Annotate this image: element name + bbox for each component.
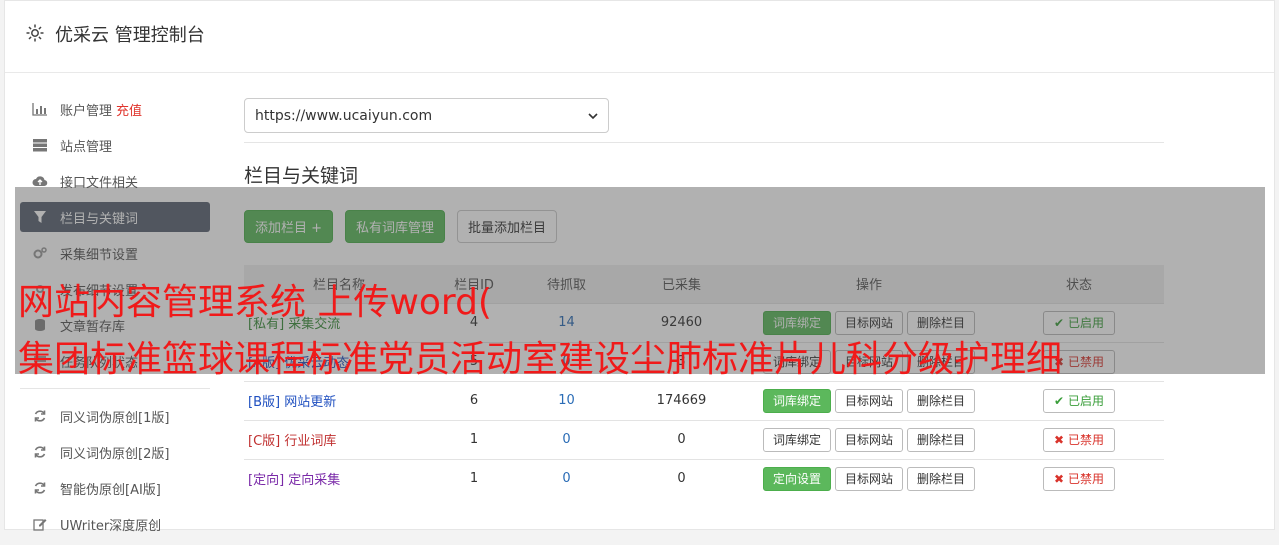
- pending-count[interactable]: 10: [514, 380, 619, 420]
- status-toggle[interactable]: ✖ 已禁用: [1043, 466, 1115, 491]
- sidebar-item-account[interactable]: 账户管理 充值: [20, 94, 210, 124]
- bind-lib-button[interactable]: 定向设置: [762, 466, 831, 491]
- check-icon: ✔: [1054, 393, 1065, 408]
- ops-cell: 词库绑定 目标网站 删除栏目: [744, 419, 994, 459]
- status-cell: ✖ 已禁用: [994, 419, 1164, 459]
- refresh-icon: [32, 480, 48, 496]
- column-name-link[interactable]: 行业词库: [284, 434, 336, 449]
- table-row: [C版] 行业词库 1 0 0 词库绑定 目标网站 删除栏目 ✖ 已禁用: [244, 419, 1164, 459]
- target-site-button[interactable]: 目标网站: [834, 466, 903, 491]
- column-id: 6: [434, 380, 514, 420]
- status-toggle[interactable]: ✔ 已启用: [1043, 388, 1115, 413]
- bar-chart-icon: [32, 101, 48, 117]
- site-select[interactable]: https://www.ucaiyun.com: [244, 98, 609, 133]
- refresh-icon: [32, 408, 48, 424]
- sidebar-item-uwriter[interactable]: UWriter深度原创: [20, 509, 210, 539]
- sidebar-divider: [20, 388, 210, 389]
- divider: [244, 142, 1164, 143]
- watermark-line-2: 集团标准篮球课程标准党员活动室建设尘肺标准片儿科分级护理细: [18, 339, 1063, 380]
- server-icon: [32, 137, 48, 153]
- sidebar-item-label: 同义词伪原创[2版]: [60, 446, 170, 462]
- column-tag: [B版]: [248, 395, 281, 410]
- section-title: 栏目与关键词: [244, 165, 359, 187]
- column-tag: [定向]: [248, 473, 285, 489]
- collected-count: 0: [619, 419, 744, 459]
- close-icon: ✖: [1054, 471, 1065, 486]
- ops-cell: 词库绑定 目标网站 删除栏目: [744, 380, 994, 420]
- site-select-value: https://www.ucaiyun.com: [255, 107, 433, 124]
- column-name-cell: [C版] 行业词库: [244, 419, 434, 459]
- status-label: 已禁用: [1067, 433, 1104, 447]
- title-bar: 优采云 管理控制台: [5, 1, 1274, 73]
- sidebar-item-synonym-v1[interactable]: 同义词伪原创[1版]: [20, 401, 210, 431]
- ops-cell: 定向设置 目标网站 删除栏目: [744, 458, 994, 498]
- target-site-button[interactable]: 目标网站: [834, 388, 903, 413]
- collected-count: 0: [619, 458, 744, 498]
- delete-column-button[interactable]: 删除栏目: [907, 427, 976, 452]
- column-id: 1: [434, 458, 514, 498]
- gear-icon: [26, 24, 44, 42]
- column-tag: [C版]: [248, 434, 281, 449]
- status-cell: ✖ 已禁用: [994, 458, 1164, 498]
- sidebar-item-label: UWriter深度原创: [60, 518, 162, 534]
- sidebar-item-label: 智能伪原创[AI版]: [60, 482, 161, 498]
- sidebar-item-label: 站点管理: [60, 139, 113, 155]
- close-icon: ✖: [1054, 432, 1065, 447]
- column-id: 1: [434, 419, 514, 459]
- table-row: [B版] 网站更新 6 10 174669 词库绑定 目标网站 删除栏目 ✔ 已启用: [244, 380, 1164, 420]
- column-name-cell: [B版] 网站更新: [244, 380, 434, 420]
- table-row: [定向] 定向采集 1 0 0 定向设置 目标网站 删除栏目 ✖ 已禁用: [244, 458, 1164, 498]
- pending-count[interactable]: 0: [514, 458, 619, 498]
- target-site-button[interactable]: 目标网站: [834, 427, 903, 452]
- status-label: 已启用: [1067, 394, 1104, 408]
- app-title: 优采云 管理控制台: [55, 25, 205, 46]
- delete-column-button[interactable]: 删除栏目: [907, 466, 976, 491]
- bind-lib-button[interactable]: 词库绑定: [762, 427, 831, 452]
- sidebar-item-sites[interactable]: 站点管理: [20, 130, 210, 160]
- status-toggle[interactable]: ✖ 已禁用: [1043, 427, 1115, 452]
- status-cell: ✔ 已启用: [994, 380, 1164, 420]
- column-name-link[interactable]: 定向采集: [288, 473, 340, 488]
- recharge-link[interactable]: 充值: [116, 100, 142, 119]
- sidebar-item-ai-rewrite[interactable]: 智能伪原创[AI版]: [20, 473, 210, 503]
- delete-column-button[interactable]: 删除栏目: [907, 388, 976, 413]
- sidebar-item-synonym-v2[interactable]: 同义词伪原创[2版]: [20, 437, 210, 467]
- refresh-icon: [32, 444, 48, 460]
- column-name-link[interactable]: 网站更新: [284, 395, 336, 410]
- bind-lib-button[interactable]: 词库绑定: [762, 388, 831, 413]
- sidebar-item-label: 同义词伪原创[1版]: [60, 410, 170, 426]
- chevron-down-icon: [588, 112, 598, 119]
- collected-count: 174669: [619, 380, 744, 420]
- column-name-cell: [定向] 定向采集: [244, 458, 434, 498]
- watermark-line-1: 网站内容管理系统 上传word(: [18, 282, 492, 323]
- pending-count[interactable]: 0: [514, 419, 619, 459]
- status-label: 已禁用: [1067, 472, 1104, 487]
- sidebar-item-label: 账户管理: [60, 103, 113, 119]
